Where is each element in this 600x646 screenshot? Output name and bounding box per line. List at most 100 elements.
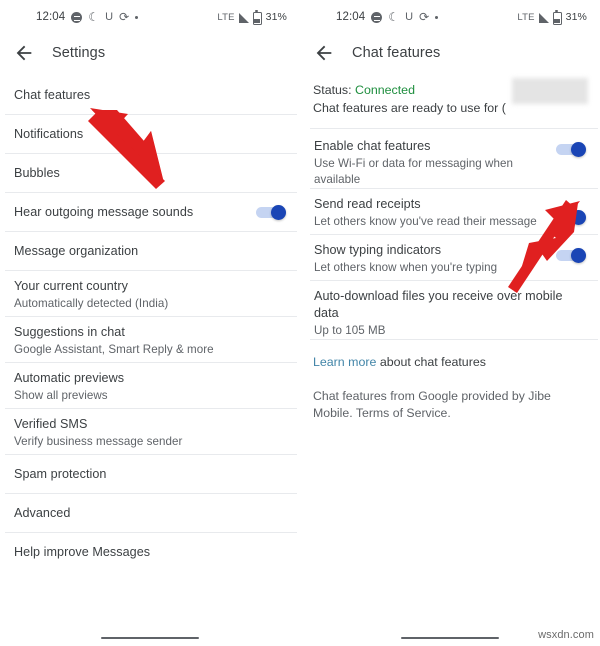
sidebar-item-advanced[interactable]: Advanced — [0, 494, 300, 532]
status-bar-left-group: 12:04 ☾ U ⟳ — [36, 9, 139, 25]
chat-features-list: Enable chat features Use Wi-Fi or data f… — [300, 129, 600, 423]
sidebar-item-automatic-previews[interactable]: Automatic previews Show all previews — [0, 363, 300, 408]
list-item-title: Spam protection — [14, 466, 107, 481]
sidebar-item-chat-features[interactable]: Chat features — [0, 76, 300, 114]
sidebar-item-spam-protection[interactable]: Spam protection — [0, 455, 300, 493]
app-bar-left: Settings — [0, 34, 300, 72]
messages-icon — [71, 11, 83, 23]
legal-text: Chat features from Google provided by Ji… — [313, 388, 551, 421]
right-phone-screen: 12:04 ☾ U ⟳ LTE 31% Chat features Status… — [300, 0, 600, 646]
list-item-subtitle: Let others know when you're typing — [314, 260, 498, 274]
list-item-title: Bubbles — [14, 165, 60, 180]
list-item-title: Verified SMS — [14, 417, 88, 431]
dual-screenshot-container: 12:04 ☾ U ⟳ LTE 31% Settings Chat featur… — [0, 0, 600, 646]
toggle-thumb — [571, 247, 586, 263]
status-bar-right-group: LTE 31% — [517, 9, 587, 25]
toggle-show-typing-indicators[interactable] — [556, 247, 586, 263]
row-texts: Send read receipts Let others know you'v… — [314, 196, 556, 230]
learn-more-row: Learn more about chat features — [300, 340, 600, 375]
back-arrow-icon[interactable] — [313, 42, 335, 64]
status-label: Status: — [313, 83, 352, 97]
row-texts: Enable chat features Use Wi-Fi or data f… — [314, 138, 556, 188]
learn-more-link[interactable]: Learn more — [313, 355, 376, 369]
status-bar-clock: 12:04 — [36, 11, 66, 23]
row-texts: Spam protection — [14, 466, 290, 483]
home-indicator-right[interactable] — [401, 636, 499, 639]
toggle-enable-chat-features[interactable] — [556, 141, 586, 157]
dot-icon — [135, 15, 139, 19]
sidebar-item-message-organization[interactable]: Message organization — [0, 232, 300, 270]
sidebar-item-notifications[interactable]: Notifications — [0, 115, 300, 153]
list-item-title: Enable chat features — [314, 138, 431, 153]
list-item-title: Automatic previews — [14, 371, 125, 385]
status-bar-left-group: 12:04 ☾ U ⟳ — [336, 9, 439, 25]
moon-icon: ☾ — [388, 10, 400, 24]
signal-bars-icon — [238, 13, 249, 23]
app-bar-right: Chat features — [300, 34, 600, 72]
list-item-title: Chat features — [14, 87, 91, 102]
row-texts: Notifications — [14, 126, 290, 143]
setting-send-read-receipts[interactable]: Send read receipts Let others know you'v… — [300, 189, 600, 234]
toggle-thumb — [271, 205, 286, 220]
network-type-label: LTE — [517, 11, 535, 23]
toggle-hear-outgoing-message-sounds[interactable] — [256, 205, 286, 220]
list-item-title: Auto-download files you receive over mob… — [314, 288, 563, 320]
toggle-send-read-receipts[interactable] — [556, 209, 586, 225]
list-item-subtitle: Verify business message sender — [14, 435, 183, 448]
battery-percent-label: 31% — [265, 11, 287, 23]
list-item-subtitle: Google Assistant, Smart Reply & more — [14, 343, 214, 356]
row-texts: Show typing indicators Let others know w… — [314, 242, 556, 276]
list-item-title: Help improve Messages — [14, 544, 151, 559]
settings-list: Chat features Notifications Bubbles Hear… — [0, 72, 300, 571]
battery-icon — [252, 9, 262, 25]
row-texts: Help improve Messages — [14, 544, 290, 561]
back-arrow-icon[interactable] — [13, 42, 35, 64]
swirl-icon: ⟳ — [118, 9, 131, 25]
row-texts: Auto-download files you receive over mob… — [314, 288, 590, 339]
swirl-icon: ⟳ — [418, 9, 431, 25]
battery-percent-label: 31% — [565, 11, 587, 23]
moon-icon: ☾ — [88, 10, 100, 24]
row-texts: Your current country Automatically detec… — [14, 278, 290, 312]
list-item-title: Hear outgoing message sounds — [14, 204, 194, 219]
battery-icon — [552, 9, 562, 25]
setting-enable-chat-features[interactable]: Enable chat features Use Wi-Fi or data f… — [300, 131, 600, 188]
toggle-thumb — [571, 141, 586, 157]
list-item-title: Suggestions in chat — [14, 325, 125, 339]
status-bar-right-group: LTE 31% — [217, 9, 287, 25]
dot-icon — [435, 15, 439, 19]
learn-more-rest: about chat features — [376, 354, 486, 369]
network-type-label: LTE — [217, 11, 235, 23]
list-item-subtitle: Automatically detected (India) — [14, 297, 169, 310]
setting-show-typing-indicators[interactable]: Show typing indicators Let others know w… — [300, 235, 600, 280]
learn-more-text: Learn more about chat features — [313, 355, 486, 369]
row-texts: Message organization — [14, 243, 290, 260]
list-item-title: Send read receipts — [314, 196, 421, 211]
list-item-title: Your current country — [14, 279, 128, 293]
sidebar-item-help-improve-messages[interactable]: Help improve Messages — [0, 533, 300, 571]
sidebar-item-suggestions-in-chat[interactable]: Suggestions in chat Google Assistant, Sm… — [0, 317, 300, 362]
chat-features-status-block: Status: Connected Chat features are read… — [300, 72, 600, 128]
sidebar-item-bubbles[interactable]: Bubbles — [0, 154, 300, 192]
list-item-subtitle: Show all previews — [14, 389, 108, 402]
row-texts: Chat features — [14, 87, 290, 104]
sidebar-item-verified-sms[interactable]: Verified SMS Verify business message sen… — [0, 409, 300, 454]
redacted-phone-number — [512, 78, 588, 104]
home-indicator-left[interactable] — [101, 636, 199, 639]
watermark: wsxdn.com — [538, 629, 594, 641]
row-texts: Advanced — [14, 505, 290, 522]
row-texts: Automatic previews Show all previews — [14, 370, 290, 404]
left-phone-screen: 12:04 ☾ U ⟳ LTE 31% Settings Chat featur… — [0, 0, 300, 646]
u-icon: U — [105, 10, 114, 23]
page-title: Chat features — [352, 45, 441, 61]
setting-auto-download-files[interactable]: Auto-download files you receive over mob… — [300, 281, 600, 339]
list-item-subtitle: Let others know you've read their messag… — [314, 214, 537, 228]
sidebar-item-hear-outgoing-message-sounds[interactable]: Hear outgoing message sounds — [0, 193, 300, 231]
u-icon: U — [405, 10, 414, 23]
list-item-title: Advanced — [14, 505, 71, 520]
status-badge: Connected — [355, 83, 415, 97]
row-texts: Hear outgoing message sounds — [14, 204, 256, 221]
status-bar-left: 12:04 ☾ U ⟳ LTE 31% — [0, 0, 300, 34]
row-texts: Suggestions in chat Google Assistant, Sm… — [14, 324, 290, 358]
sidebar-item-your-current-country[interactable]: Your current country Automatically detec… — [0, 271, 300, 316]
